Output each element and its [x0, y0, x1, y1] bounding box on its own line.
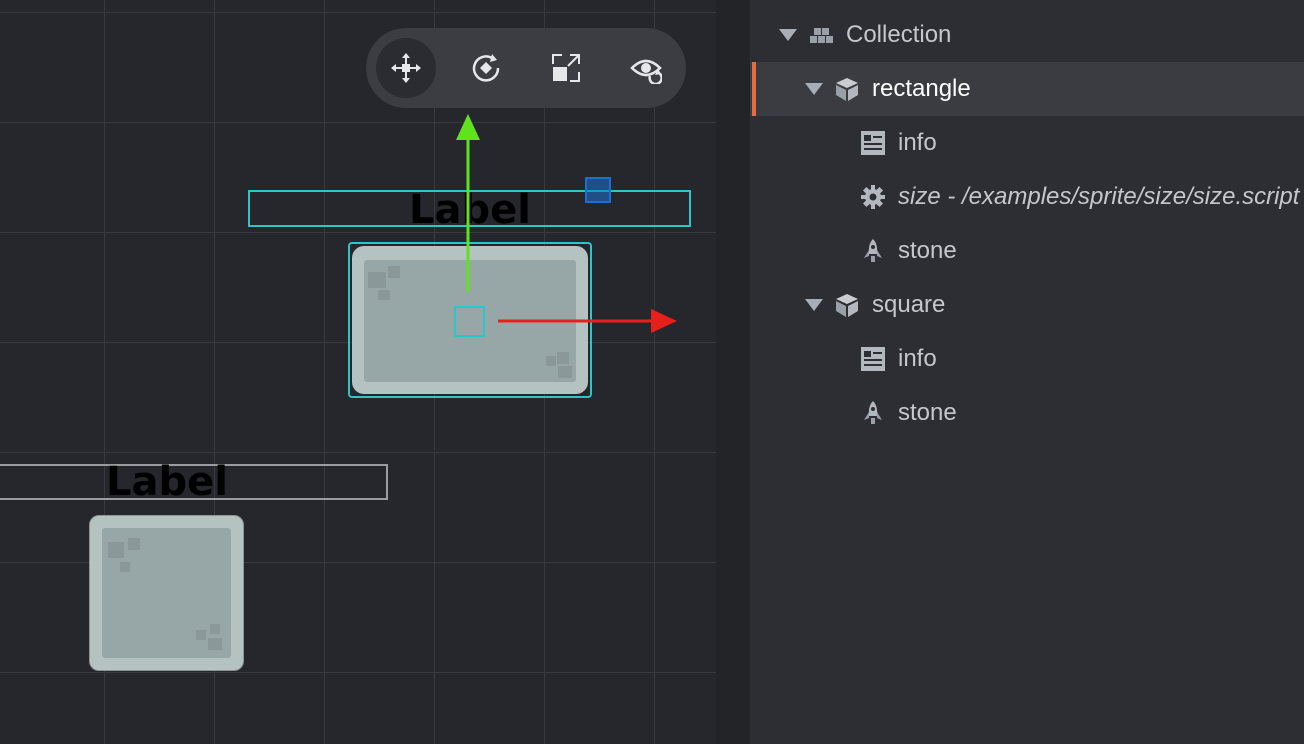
plane-handle[interactable] — [585, 177, 611, 203]
x-axis-arrowhead — [651, 309, 677, 333]
outline-panel: Collection rectangle info size - /exampl… — [750, 0, 1304, 744]
collection-icon — [808, 22, 834, 48]
label-component-icon — [860, 346, 886, 372]
scene-viewport[interactable]: Label Label — [0, 0, 716, 744]
move-tool-button[interactable] — [376, 38, 436, 98]
outline-item-label: stone — [898, 399, 957, 426]
transform-toolbar — [366, 28, 686, 108]
outline-item-label: info — [898, 129, 937, 156]
expand-arrow-icon[interactable] — [805, 299, 823, 311]
label-component-icon — [860, 130, 886, 156]
sprite-rocket-icon — [860, 238, 886, 264]
outline-item-label: size - /examples/sprite/size/size.script — [898, 183, 1300, 210]
outline-item-label: square — [872, 291, 946, 318]
rotate-icon — [472, 54, 500, 82]
outline-item-label: Collection — [846, 21, 952, 48]
outline-item-label: rectangle — [872, 75, 971, 102]
expand-arrow-icon[interactable] — [779, 29, 797, 41]
panel-splitter[interactable] — [716, 0, 750, 744]
square-sprite[interactable] — [89, 515, 244, 671]
outline-item-square[interactable]: square — [750, 278, 1304, 332]
y-axis-arrowhead — [456, 114, 480, 140]
outline-item-stone[interactable]: stone — [750, 386, 1304, 440]
script-gear-icon — [860, 184, 886, 210]
outline-item-label: stone — [898, 237, 957, 264]
outline-item-stone[interactable]: stone — [750, 224, 1304, 278]
selection-indicator — [752, 62, 756, 116]
rectangle-label-text: Label — [409, 187, 531, 233]
outline-item-info[interactable]: info — [750, 332, 1304, 386]
rectangle-sprite[interactable] — [348, 242, 592, 398]
eye-refresh-icon — [630, 59, 662, 84]
sprite-rocket-icon — [860, 400, 886, 426]
outline-item-size-script[interactable]: size - /examples/sprite/size/size.script — [750, 170, 1304, 224]
square-label-text: Label — [106, 459, 228, 505]
move-icon — [391, 53, 421, 83]
game-object-icon — [834, 76, 860, 102]
outline-item-info[interactable]: info — [750, 116, 1304, 170]
scale-icon — [552, 54, 580, 82]
scale-tool-button[interactable] — [536, 38, 596, 98]
visibility-tool-button[interactable] — [616, 38, 676, 98]
game-object-icon — [834, 292, 860, 318]
outline-item-rectangle[interactable]: rectangle — [750, 62, 1304, 116]
outline-item-label: info — [898, 345, 937, 372]
rotate-tool-button[interactable] — [456, 38, 516, 98]
outline-item-collection[interactable]: Collection — [750, 8, 1304, 62]
expand-arrow-icon[interactable] — [805, 83, 823, 95]
